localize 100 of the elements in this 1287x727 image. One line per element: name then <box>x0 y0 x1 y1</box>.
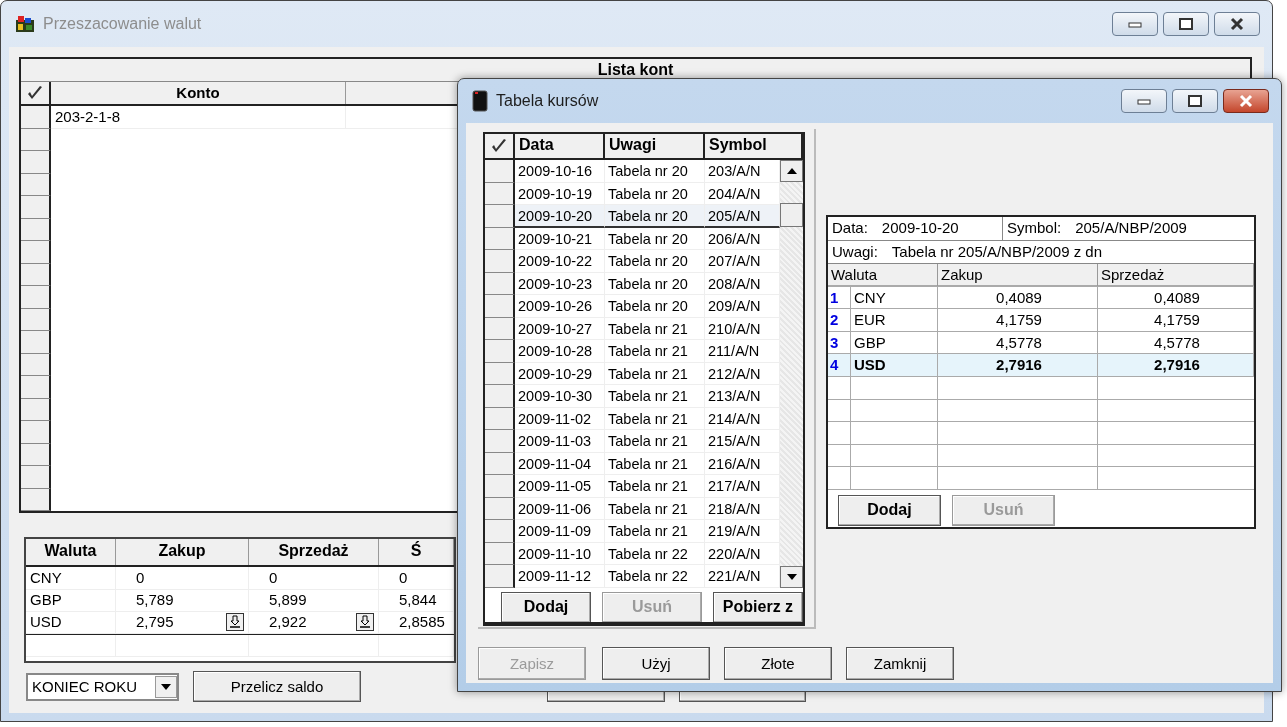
column-header[interactable]: Waluta <box>26 539 116 565</box>
scrollbar-thumb[interactable] <box>780 203 803 227</box>
row-selector[interactable] <box>21 353 51 377</box>
button[interactable]: Pobierz z <box>712 591 803 622</box>
column-header[interactable]: Ś <box>379 539 454 565</box>
row-selector[interactable] <box>21 376 51 399</box>
table-cell-text: 5,844 <box>399 590 438 610</box>
table-cell: 2009-10-22 <box>515 250 605 273</box>
row-selector[interactable] <box>21 466 51 489</box>
table-cell: GBP <box>851 331 938 354</box>
row-number: 3 <box>828 331 851 354</box>
scroll-up-button[interactable] <box>780 160 803 182</box>
table-cell: 2009-10-27 <box>515 317 605 340</box>
table-cell: 2009-11-05 <box>515 475 605 498</box>
minimize-button[interactable] <box>1112 12 1158 36</box>
table-cell-text: USD <box>30 612 63 632</box>
table-cell: 4,1759 <box>1098 309 1254 332</box>
table-row[interactable]: 2009-10-21 Tabela nr 20 206/A/N <box>485 227 780 250</box>
maximize-button[interactable] <box>1172 89 1218 113</box>
button[interactable]: Złote <box>724 647 832 680</box>
table-cell: 203-2-1-8 <box>51 106 346 129</box>
maximize-button[interactable] <box>1163 12 1209 36</box>
row-selector[interactable] <box>21 106 51 129</box>
table-cell: 2009-10-23 <box>515 272 605 295</box>
table-row[interactable]: 2009-11-03 Tabela nr 21 215/A/N <box>485 430 780 453</box>
row-selector[interactable] <box>21 421 51 444</box>
table-row[interactable]: 2009-11-02 Tabela nr 21 214/A/N <box>485 407 780 430</box>
table-cell: Tabela nr 21 <box>605 475 705 498</box>
maximize-icon <box>1178 18 1194 30</box>
row-selector[interactable] <box>21 443 51 467</box>
table-row[interactable]: 2009-10-29 Tabela nr 21 212/A/N <box>485 362 780 385</box>
table-cell-text: 0 <box>269 568 279 588</box>
table-row[interactable]: 2009-10-27 Tabela nr 21 210/A/N <box>485 317 780 340</box>
table-cell: Tabela nr 21 <box>605 407 705 430</box>
close-button[interactable] <box>1214 12 1260 36</box>
table-cell-text: 0 <box>399 568 409 588</box>
table-cell: Tabela nr 21 <box>605 497 705 520</box>
download-icon[interactable] <box>226 613 244 631</box>
minimize-button[interactable] <box>1121 89 1167 113</box>
row-selector[interactable] <box>21 173 51 197</box>
column-header[interactable]: Zakup <box>116 539 249 565</box>
column-header[interactable]: Uwagi <box>605 134 705 158</box>
table-cell: EUR <box>851 309 938 332</box>
table-row[interactable]: 2 EUR 4,1759 4,1759 <box>828 309 1254 332</box>
table-row[interactable]: 2009-10-20 Tabela nr 20 205/A/N <box>485 205 780 228</box>
table-cell: 2009-10-28 <box>515 340 605 363</box>
row-selector[interactable] <box>21 398 51 422</box>
table-row[interactable]: 2009-10-26 Tabela nr 20 209/A/N <box>485 295 780 318</box>
table-row[interactable]: 2009-10-23 Tabela nr 20 208/A/N <box>485 272 780 295</box>
column-header[interactable]: Sprzedaż <box>1098 264 1254 286</box>
row-selector[interactable] <box>21 263 51 287</box>
table-cell: 2009-11-06 <box>515 497 605 520</box>
download-icon[interactable] <box>356 613 374 631</box>
button[interactable]: Zamknij <box>846 647 954 680</box>
table-row[interactable]: 2009-11-09 Tabela nr 21 219/A/N <box>485 520 780 543</box>
table-cell: CNY <box>851 286 938 309</box>
table-row[interactable]: 4 USD 2,7916 2,7916 <box>828 354 1254 377</box>
row-selector[interactable] <box>21 241 51 264</box>
column-header[interactable]: Sprzedaż <box>249 539 379 565</box>
close-button[interactable] <box>1223 89 1269 113</box>
table-row[interactable]: 2009-10-22 Tabela nr 20 207/A/N <box>485 250 780 273</box>
row-selector[interactable] <box>21 128 51 152</box>
table-cell: 2,7916 <box>938 354 1098 377</box>
column-header[interactable]: Zakup <box>938 264 1098 286</box>
table-cell: 2009-10-21 <box>515 227 605 250</box>
column-header[interactable]: Data <box>515 134 605 158</box>
table-row[interactable]: 2009-10-28 Tabela nr 21 211/A/N <box>485 340 780 363</box>
button[interactable]: Dodaj <box>838 494 941 526</box>
period-dropdown[interactable]: KONIEC ROKU <box>26 672 179 701</box>
close-icon <box>1229 17 1245 31</box>
row-selector[interactable] <box>21 308 51 332</box>
table-row[interactable]: 2009-10-16 Tabela nr 20 203/A/N <box>485 160 780 183</box>
table-row[interactable]: 2009-11-05 Tabela nr 21 217/A/N <box>485 475 780 498</box>
button[interactable]: Przelicz saldo <box>193 671 361 702</box>
table-row[interactable]: 2009-11-10 Tabela nr 22 220/A/N <box>485 542 780 565</box>
table-row[interactable]: 2009-11-12 Tabela nr 22 221/A/N <box>485 565 780 588</box>
table-cell: USD <box>851 354 938 377</box>
button[interactable]: Użyj <box>602 647 710 680</box>
row-selector[interactable] <box>21 151 51 174</box>
row-number: 2 <box>828 309 851 332</box>
column-header[interactable]: Symbol <box>705 134 803 158</box>
table-row[interactable]: 1 CNY 0,4089 0,4089 <box>828 286 1254 310</box>
table-cell: 0,4089 <box>1098 286 1254 309</box>
column-header[interactable]: Konto <box>51 82 346 104</box>
table-row[interactable]: 2009-11-06 Tabela nr 21 218/A/N <box>485 497 780 520</box>
minimize-icon <box>1127 20 1143 28</box>
column-header[interactable]: Waluta <box>828 264 938 286</box>
row-selector[interactable] <box>21 331 51 354</box>
table-row[interactable]: 2009-11-04 Tabela nr 21 216/A/N <box>485 452 780 475</box>
row-selector[interactable] <box>21 488 51 511</box>
button[interactable]: Dodaj <box>501 591 592 622</box>
row-selector[interactable] <box>21 286 51 309</box>
table-cell: Tabela nr 20 <box>605 295 705 318</box>
table-row[interactable]: 2009-10-30 Tabela nr 21 213/A/N <box>485 385 780 408</box>
table-cell: Tabela nr 20 <box>605 227 705 250</box>
table-cell: 2009-11-02 <box>515 407 605 430</box>
scroll-down-button[interactable] <box>780 565 803 588</box>
row-selector[interactable] <box>21 218 51 242</box>
table-cell: 2009-10-26 <box>515 295 605 318</box>
row-selector[interactable] <box>21 196 51 219</box>
